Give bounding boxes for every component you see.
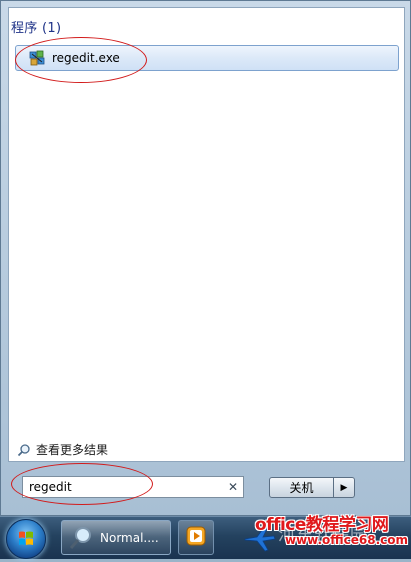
regedit-icon — [28, 49, 46, 67]
result-item-label: regedit.exe — [52, 51, 120, 65]
windows-orb-icon[interactable] — [6, 519, 46, 559]
search-results-pane — [8, 7, 405, 462]
media-player-icon — [185, 525, 207, 551]
start-menu: 程序 (1) regedit.exe 查看更多结果 ✕ 关机 ▶ — [0, 0, 411, 516]
result-item-regedit[interactable]: regedit.exe — [15, 45, 399, 71]
triangle-right-icon: ▶ — [340, 482, 348, 493]
shutdown-group: 关机 ▶ — [269, 477, 355, 498]
see-more-results-label: 查看更多结果 — [36, 443, 109, 457]
watermark-url: www.office68.com — [285, 533, 409, 547]
magnifier-icon — [68, 525, 94, 551]
taskbar-item-media-player[interactable] — [178, 520, 214, 555]
see-more-results-link[interactable]: 查看更多结果 — [17, 441, 108, 458]
taskbar-item-label: Normal.... — [100, 530, 159, 545]
shutdown-button[interactable]: 关机 — [269, 477, 334, 498]
search-box[interactable]: ✕ — [22, 476, 244, 498]
shutdown-options-button[interactable]: ▶ — [334, 477, 355, 498]
search-input[interactable] — [23, 478, 224, 496]
watermark-title: office教程学习网 — [255, 515, 389, 535]
programs-section-header: 程序 (1) — [11, 21, 62, 36]
search-icon — [17, 443, 31, 457]
taskbar-item-normal[interactable]: Normal.... — [61, 520, 171, 555]
clear-icon[interactable]: ✕ — [226, 480, 240, 494]
